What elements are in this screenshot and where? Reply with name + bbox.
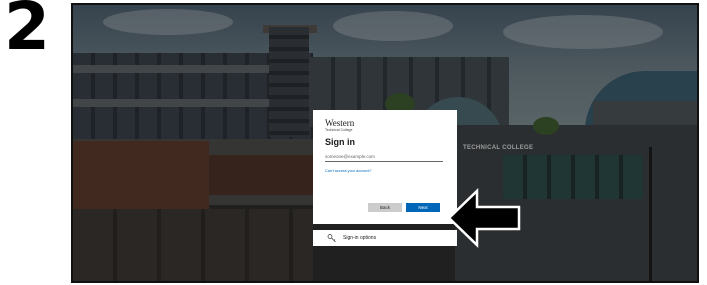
signin-options-label: Sign-in options (343, 235, 377, 241)
signin-options-button[interactable]: Sign-in options (313, 230, 457, 246)
signin-dialog: Western Technical College Sign in Can't … (313, 110, 457, 224)
button-row: Back Next (368, 203, 440, 212)
next-button[interactable]: Next (406, 203, 440, 212)
login-screenshot: TECHNICAL COLLEGE Western Technical Coll… (71, 3, 699, 283)
brand-subtitle: Technical College (325, 128, 353, 132)
key-icon (327, 234, 336, 243)
step-number: 2 (4, 0, 50, 65)
cant-access-link[interactable]: Can't access your account? (325, 169, 445, 173)
back-button[interactable]: Back (368, 203, 402, 212)
signin-heading: Sign in (325, 137, 355, 147)
pointer-arrow-icon (447, 188, 521, 248)
brand-name: Western (325, 118, 355, 128)
email-input[interactable] (325, 153, 443, 162)
